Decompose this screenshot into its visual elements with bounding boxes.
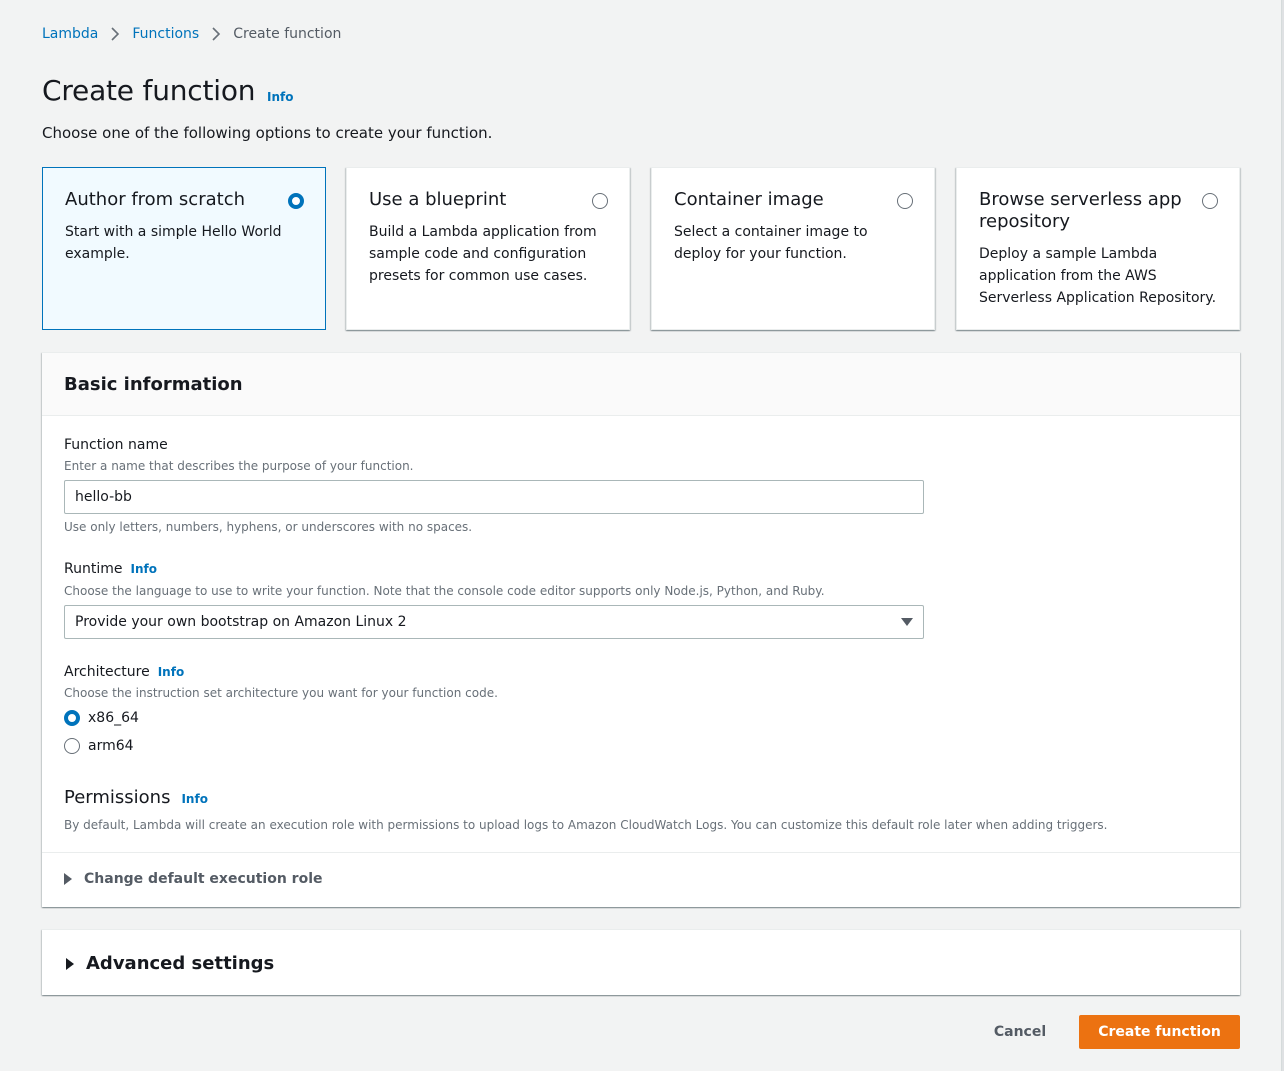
runtime-label-row: Runtime Info [64,561,157,577]
architecture-label-row: Architecture Info [64,664,184,680]
architecture-option-label: x86_64 [88,710,139,726]
caret-right-icon [66,957,74,970]
option-title: Use a blueprint [369,189,507,210]
permissions-title: Permissions [64,787,171,808]
chevron-right-icon [110,27,120,41]
option-title: Browse serverless app repository [979,189,1182,232]
option-browse-serverless-repo[interactable]: Browse serverless app repository Deploy … [956,167,1240,330]
panel-header: Basic information [42,353,1240,416]
divider [42,852,1240,853]
title-info-link[interactable]: Info [267,90,293,104]
option-radio[interactable] [592,193,608,209]
advanced-settings-expander[interactable]: Advanced settings [66,953,274,974]
option-use-blueprint[interactable]: Use a blueprint Build a Lambda applicati… [346,167,630,330]
permissions-title-row: Permissions Info [64,787,208,808]
architecture-label: Architecture [64,664,150,680]
runtime-info-link[interactable]: Info [130,562,156,576]
function-name-input[interactable] [64,480,924,514]
basic-information-panel: Basic information Function name Enter a … [42,352,1240,907]
option-radio[interactable] [288,193,304,209]
runtime-description: Choose the language to use to write your… [64,584,825,598]
breadcrumb: Lambda Functions Create function [42,24,341,44]
permissions-description: By default, Lambda will create an execut… [64,818,1108,832]
cancel-button[interactable]: Cancel [980,1016,1060,1048]
chevron-right-icon [211,27,221,41]
option-radio[interactable] [897,193,913,209]
architecture-option-label: arm64 [88,738,134,754]
option-title: Container image [674,189,824,210]
panel-title: Basic information [64,374,243,395]
function-name-constraint: Use only letters, numbers, hyphens, or u… [64,520,473,534]
runtime-label: Runtime [64,561,123,577]
permissions-info-link[interactable]: Info [181,792,207,806]
architecture-description: Choose the instruction set architecture … [64,686,498,700]
option-container-image[interactable]: Container image Select a container image… [651,167,935,330]
breadcrumb-current: Create function [233,26,342,42]
option-description: Build a Lambda application from sample c… [369,224,597,284]
option-description: Start with a simple Hello World example. [65,224,282,262]
runtime-selected-value: Provide your own bootstrap on Amazon Lin… [75,614,407,630]
breadcrumb-lambda[interactable]: Lambda [42,26,98,42]
option-description: Select a container image to deploy for y… [674,224,868,262]
architecture-option-arm64[interactable]: arm64 [64,738,134,754]
function-name-label: Function name [64,437,168,453]
architecture-option-x86[interactable]: x86_64 [64,710,139,726]
caret-down-icon [901,618,913,626]
page-description: Choose one of the following options to c… [42,124,493,142]
caret-right-icon [64,873,72,885]
option-description: Deploy a sample Lambda application from … [979,246,1217,306]
function-name-description: Enter a name that describes the purpose … [64,459,414,473]
expander-label: Change default execution role [84,871,323,887]
runtime-select[interactable]: Provide your own bootstrap on Amazon Lin… [64,605,924,639]
option-radio[interactable] [1202,193,1218,209]
architecture-radio[interactable] [64,738,80,754]
change-execution-role-expander[interactable]: Change default execution role [64,871,323,887]
breadcrumb-functions[interactable]: Functions [132,26,199,42]
architecture-radio[interactable] [64,710,80,726]
create-function-button[interactable]: Create function [1079,1015,1240,1049]
option-author-from-scratch[interactable]: Author from scratch Start with a simple … [42,167,326,330]
option-title: Author from scratch [65,189,245,210]
page-title: Create function [42,74,256,107]
advanced-settings-panel: Advanced settings [42,929,1240,995]
architecture-info-link[interactable]: Info [158,665,184,679]
advanced-settings-label: Advanced settings [86,953,275,974]
